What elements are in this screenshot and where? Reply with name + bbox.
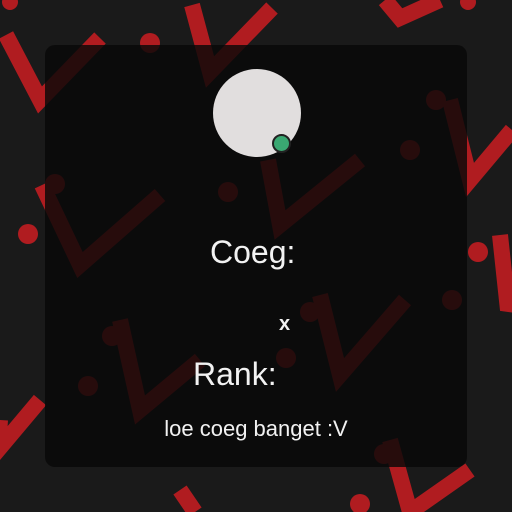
coeg-value: x [279,313,291,335]
dot-7 [468,242,488,262]
online-status-icon [272,134,291,153]
profile-description: loe coeg banget :V [164,416,348,441]
rank-label: Rank: [193,356,277,392]
dot-6 [18,224,38,244]
coeg-label: Coeg: [210,234,296,270]
